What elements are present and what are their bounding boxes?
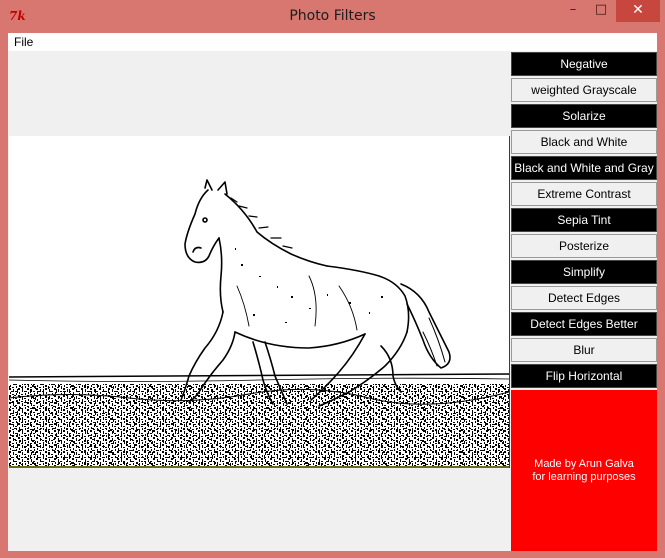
filter-blur-button[interactable]: Blur <box>511 338 657 362</box>
filter-extreme-contrast-button[interactable]: Extreme Contrast <box>511 182 657 206</box>
filter-negative-button[interactable]: Negative <box>511 52 657 76</box>
filter-solarize-button[interactable]: Solarize <box>511 104 657 128</box>
maximize-button[interactable]: □ <box>588 0 614 22</box>
filter-detect-edges-button[interactable]: Detect Edges <box>511 286 657 310</box>
close-button[interactable]: ✕ <box>616 0 660 22</box>
credit-line-1: Made by Arun Galva <box>534 458 634 470</box>
filter-button-panel: Negative weighted Grayscale Solarize Bla… <box>511 52 657 390</box>
filter-sepia-tint-button[interactable]: Sepia Tint <box>511 208 657 232</box>
title-bar[interactable]: 7k Photo Filters – □ ✕ <box>0 0 665 33</box>
filter-flip-horizontal-button[interactable]: Flip Horizontal <box>511 364 657 388</box>
credit-panel: Made by Arun Galva for learning purposes <box>511 390 657 551</box>
filter-black-and-white-button[interactable]: Black and White <box>511 130 657 154</box>
minimize-button[interactable]: – <box>560 0 586 22</box>
window-client-area: File Negative weighted Grayscale Solariz… <box>8 33 657 551</box>
filter-detect-edges-better-button[interactable]: Detect Edges Better <box>511 312 657 336</box>
filter-black-white-gray-button[interactable]: Black and White and Gray <box>511 156 657 180</box>
menu-file[interactable]: File <box>14 35 33 49</box>
filter-posterize-button[interactable]: Posterize <box>511 234 657 258</box>
credit-line-2: for learning purposes <box>532 471 636 483</box>
filter-simplify-button[interactable]: Simplify <box>511 260 657 284</box>
image-canvas <box>9 136 510 468</box>
filter-weighted-grayscale-button[interactable]: weighted Grayscale <box>511 78 657 102</box>
horse-edge-image <box>9 136 509 468</box>
menu-bar: File <box>8 33 657 51</box>
